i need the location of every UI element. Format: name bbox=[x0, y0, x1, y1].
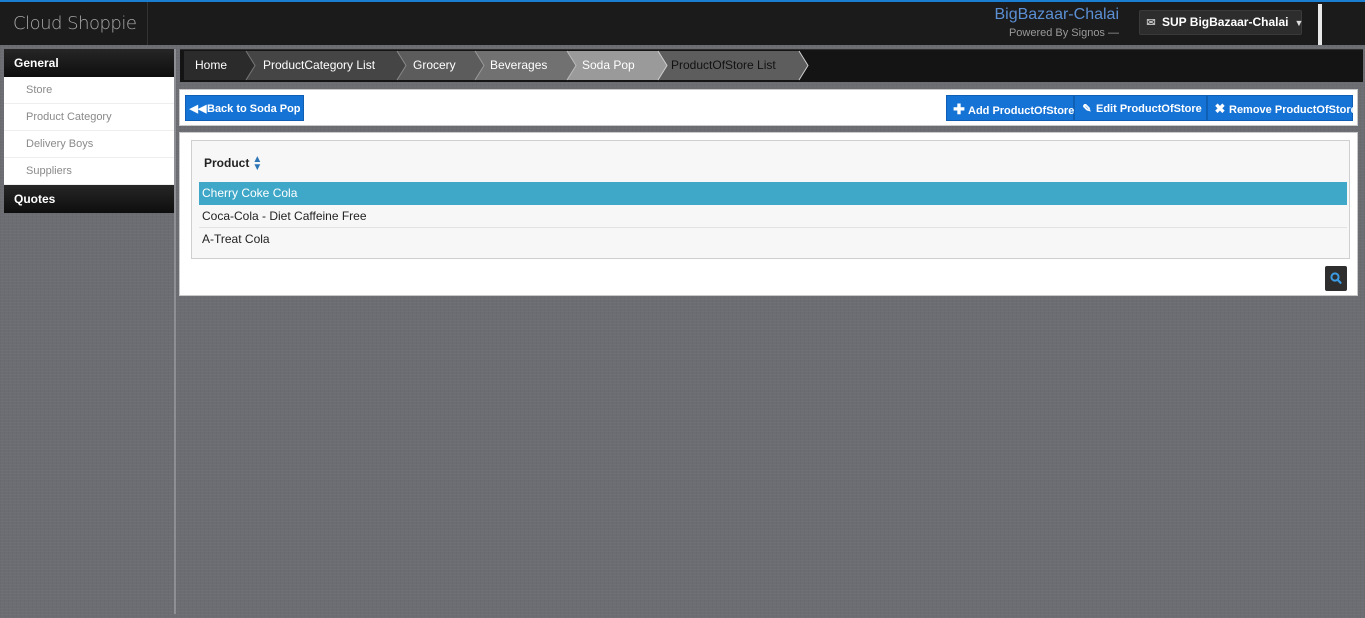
caret-down-icon: ▼ bbox=[1294, 18, 1304, 28]
edit-icon: ✎ bbox=[1082, 103, 1092, 115]
breadcrumb-productcategory-list[interactable]: ProductCategory List bbox=[253, 50, 375, 81]
sidebar-section-general[interactable]: General bbox=[4, 49, 174, 77]
envelope-icon: ✉ bbox=[1146, 17, 1156, 29]
back-button-label: Back to Soda Pop bbox=[207, 103, 301, 115]
search-button[interactable] bbox=[1325, 266, 1347, 291]
edit-button-label: Edit ProductOfStore bbox=[1096, 103, 1202, 115]
back-button[interactable]: ◀◀Back to Soda Pop bbox=[185, 95, 304, 121]
action-toolbar: ◀◀Back to Soda Pop ✚ Add ProductOfStore ✎… bbox=[179, 89, 1358, 126]
sidebar-item-store[interactable]: Store bbox=[4, 77, 174, 104]
sidebar-section-quotes[interactable]: Quotes bbox=[4, 185, 174, 213]
breadcrumb-soda-pop[interactable]: Soda Pop bbox=[572, 50, 635, 81]
plus-icon: ✚ bbox=[953, 101, 965, 117]
breadcrumb-home[interactable]: Home bbox=[185, 50, 227, 81]
add-productofstore-button[interactable]: ✚ Add ProductOfStore bbox=[946, 95, 1074, 121]
close-icon: ✖ bbox=[1214, 101, 1226, 116]
breadcrumb-productofstore-list: ProductOfStore List bbox=[671, 58, 776, 72]
content-panel: Product ▲ ▼ Cherry Coke Cola Coca-Cola - D… bbox=[179, 132, 1358, 296]
sidebar: General Store Product Category Delivery … bbox=[4, 49, 174, 213]
double-chevron-left-icon: ◀◀ bbox=[189, 103, 207, 115]
sidebar-divider bbox=[174, 49, 176, 614]
table-row[interactable]: Cherry Coke Cola bbox=[199, 182, 1347, 205]
top-bar: Cloud Shoppie BigBazaar-Chalai Powered B… bbox=[0, 0, 1365, 45]
user-menu-label: SUP BigBazaar-Chalai bbox=[1162, 15, 1289, 29]
breadcrumb-beverages[interactable]: Beverages bbox=[480, 50, 547, 81]
remove-button-label: Remove ProductOfStore bbox=[1229, 104, 1357, 116]
breadcrumb: Home ProductCategory List Grocery Bevera… bbox=[180, 49, 1363, 82]
remove-productofstore-button[interactable]: ✖ Remove ProductOfStore bbox=[1207, 95, 1357, 121]
breadcrumb-grocery[interactable]: Grocery bbox=[403, 50, 456, 81]
topbar-divider bbox=[1318, 4, 1322, 45]
store-info: BigBazaar-Chalai Powered By Signos — bbox=[994, 5, 1119, 41]
add-button-label: Add ProductOfStore bbox=[968, 105, 1075, 117]
search-icon bbox=[1330, 272, 1342, 284]
store-name: BigBazaar-Chalai bbox=[994, 6, 1119, 23]
column-header-label: Product bbox=[204, 156, 250, 170]
sidebar-item-suppliers[interactable]: Suppliers bbox=[4, 158, 174, 185]
app-brand[interactable]: Cloud Shoppie bbox=[0, 2, 148, 45]
sidebar-general-list: Store Product Category Delivery Boys Sup… bbox=[4, 77, 174, 185]
sort-icon[interactable]: ▲ ▼ bbox=[252, 154, 262, 172]
edit-productofstore-button[interactable]: ✎ Edit ProductOfStore bbox=[1074, 95, 1207, 121]
user-menu-button[interactable]: ✉ SUP BigBazaar-Chalai ▼ bbox=[1139, 10, 1304, 35]
sidebar-item-delivery-boys[interactable]: Delivery Boys bbox=[4, 131, 174, 158]
table-row[interactable]: Coca-Cola - Diet Caffeine Free bbox=[199, 205, 1347, 228]
table-row[interactable]: A-Treat Cola bbox=[199, 228, 1347, 251]
column-header-product[interactable]: Product ▲ ▼ bbox=[204, 153, 262, 173]
sidebar-item-product-category[interactable]: Product Category bbox=[4, 104, 174, 131]
product-grid: Product ▲ ▼ Cherry Coke Cola Coca-Cola - D… bbox=[191, 140, 1350, 259]
powered-by: Powered By Signos — bbox=[1008, 27, 1119, 39]
